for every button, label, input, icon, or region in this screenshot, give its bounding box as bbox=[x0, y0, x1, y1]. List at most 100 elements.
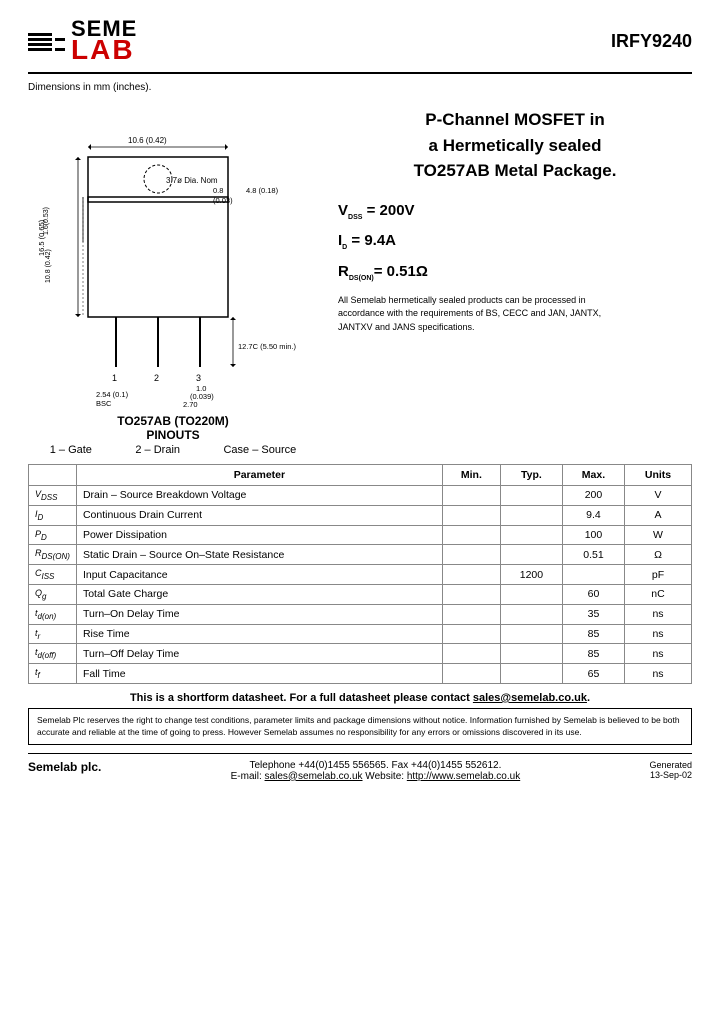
param-symbol: td(off) bbox=[29, 644, 77, 664]
param-max: 65 bbox=[562, 664, 624, 684]
logo-text: SEME LAB bbox=[71, 18, 137, 64]
pin-row: 1 – Gate 2 – Drain Case – Source bbox=[28, 444, 318, 456]
param-symbol: td(on) bbox=[29, 604, 77, 624]
param-symbol: RDS(ON) bbox=[29, 545, 77, 565]
footer-company: Semelab plc. bbox=[28, 760, 101, 774]
params-table: Parameter Min. Typ. Max. Units VDSS Drai… bbox=[28, 464, 692, 684]
footer-email-label: E-mail: bbox=[231, 771, 265, 782]
param-max bbox=[562, 565, 624, 585]
param-units: nC bbox=[624, 584, 691, 604]
pin3-label: Case – Source bbox=[223, 444, 296, 456]
table-row: Qg Total Gate Charge 60 nC bbox=[29, 584, 692, 604]
param-typ bbox=[500, 545, 562, 565]
spec-id: ID = 9.4A bbox=[338, 230, 692, 253]
param-min bbox=[442, 624, 500, 644]
footer-generated: Generated 13-Sep-02 bbox=[649, 760, 692, 780]
svg-text:1.6(0.53): 1.6(0.53) bbox=[43, 207, 50, 235]
footer-fax-label: Fax bbox=[389, 760, 411, 771]
logo-lab: LAB bbox=[71, 36, 137, 64]
pinouts-label: PINOUTS bbox=[28, 428, 318, 442]
param-min bbox=[442, 545, 500, 565]
table-row: td(on) Turn–On Delay Time 35 ns bbox=[29, 604, 692, 624]
svg-text:2.70: 2.70 bbox=[183, 400, 198, 407]
product-title: P-Channel MOSFET in a Hermetically seale… bbox=[338, 107, 692, 184]
param-symbol: CISS bbox=[29, 565, 77, 585]
pin1-label: 1 – Gate bbox=[50, 444, 92, 456]
spec-vdss: VDSS = 200V bbox=[338, 200, 692, 223]
legal-box: Semelab Plc reserves the right to change… bbox=[28, 708, 692, 745]
col-typ: Typ. bbox=[500, 465, 562, 486]
dim-note: Dimensions in mm (inches). bbox=[28, 82, 692, 93]
param-typ bbox=[500, 644, 562, 664]
table-row: RDS(ON) Static Drain – Source On–State R… bbox=[29, 545, 692, 565]
param-units: ns bbox=[624, 664, 691, 684]
param-typ bbox=[500, 604, 562, 624]
param-units: pF bbox=[624, 565, 691, 585]
param-min bbox=[442, 565, 500, 585]
param-name: Total Gate Charge bbox=[76, 584, 442, 604]
param-name: Continuous Drain Current bbox=[76, 505, 442, 525]
param-units: ns bbox=[624, 604, 691, 624]
param-typ bbox=[500, 505, 562, 525]
param-min bbox=[442, 644, 500, 664]
col-units: Units bbox=[624, 465, 691, 486]
param-max: 200 bbox=[562, 486, 624, 506]
shortform-note: This is a shortform datasheet. For a ful… bbox=[28, 692, 692, 704]
footer-email-link[interactable]: sales@semelab.co.uk bbox=[265, 771, 363, 782]
param-name: Power Dissipation bbox=[76, 525, 442, 545]
rds-sub: DS(ON) bbox=[349, 275, 374, 282]
param-min bbox=[442, 604, 500, 624]
vdss-sub: DSS bbox=[348, 214, 362, 221]
param-name: Drain – Source Breakdown Voltage bbox=[76, 486, 442, 506]
col-parameter: Parameter bbox=[76, 465, 442, 486]
param-symbol: tr bbox=[29, 624, 77, 644]
main-content: 3.7ø Dia. Nom 1 2 3 10.6 (0.42) bbox=[28, 97, 692, 456]
col-max: Max. bbox=[562, 465, 624, 486]
footer-contact: Telephone +44(0)1455 556565. Fax +44(0)1… bbox=[231, 760, 521, 782]
header: SEME LAB IRFY9240 bbox=[28, 18, 692, 74]
shortform-email[interactable]: sales@semelab.co.uk bbox=[473, 692, 587, 704]
footer: Semelab plc. Telephone +44(0)1455 556565… bbox=[28, 753, 692, 782]
param-units: V bbox=[624, 486, 691, 506]
param-units: ns bbox=[624, 624, 691, 644]
param-max: 85 bbox=[562, 644, 624, 664]
package-diagram: 3.7ø Dia. Nom 1 2 3 10.6 (0.42) bbox=[28, 97, 318, 407]
diagram-area: 3.7ø Dia. Nom 1 2 3 10.6 (0.42) bbox=[28, 97, 318, 456]
compliance-text: All Semelab hermetically sealed products… bbox=[338, 294, 618, 335]
param-max: 0.51 bbox=[562, 545, 624, 565]
param-name: Rise Time bbox=[76, 624, 442, 644]
param-min bbox=[442, 525, 500, 545]
param-min bbox=[442, 664, 500, 684]
svg-text:2.54 (0.1): 2.54 (0.1) bbox=[96, 390, 129, 399]
param-max: 85 bbox=[562, 624, 624, 644]
param-typ bbox=[500, 486, 562, 506]
param-units: Ω bbox=[624, 545, 691, 565]
param-max: 60 bbox=[562, 584, 624, 604]
table-row: tr Rise Time 85 ns bbox=[29, 624, 692, 644]
svg-text:10.6 (0.42): 10.6 (0.42) bbox=[128, 136, 167, 145]
param-name: Turn–On Delay Time bbox=[76, 604, 442, 624]
param-typ bbox=[500, 584, 562, 604]
param-typ bbox=[500, 624, 562, 644]
part-number: IRFY9240 bbox=[611, 31, 692, 52]
page: SEME LAB IRFY9240 Dimensions in mm (inch… bbox=[0, 0, 720, 1012]
param-name: Input Capacitance bbox=[76, 565, 442, 585]
param-symbol: tf bbox=[29, 664, 77, 684]
param-min bbox=[442, 486, 500, 506]
param-units: ns bbox=[624, 644, 691, 664]
package-name: TO257AB (TO220M) bbox=[28, 414, 318, 428]
param-typ bbox=[500, 664, 562, 684]
svg-text:2: 2 bbox=[154, 373, 159, 383]
param-max: 35 bbox=[562, 604, 624, 624]
spec-rds: RDS(ON)= 0.51Ω bbox=[338, 261, 692, 284]
svg-text:10.8 (0.42): 10.8 (0.42) bbox=[45, 249, 52, 283]
param-max: 9.4 bbox=[562, 505, 624, 525]
footer-website-link[interactable]: http://www.semelab.co.uk bbox=[407, 771, 520, 782]
table-row: PD Power Dissipation 100 W bbox=[29, 525, 692, 545]
table-row: tf Fall Time 65 ns bbox=[29, 664, 692, 684]
svg-text:1: 1 bbox=[112, 373, 117, 383]
param-symbol: Qg bbox=[29, 584, 77, 604]
footer-phone-label: Telephone bbox=[249, 760, 298, 771]
param-symbol: ID bbox=[29, 505, 77, 525]
param-name: Fall Time bbox=[76, 664, 442, 684]
